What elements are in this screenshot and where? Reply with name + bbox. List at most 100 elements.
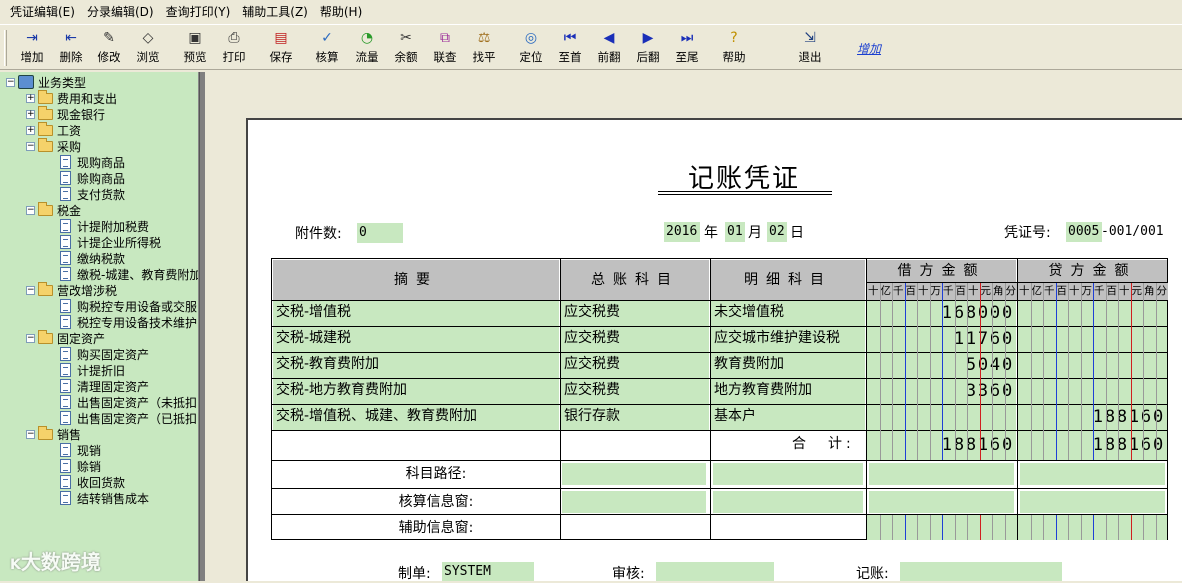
collapse-icon[interactable]: −: [6, 77, 15, 87]
collapse-icon[interactable]: −: [26, 285, 35, 295]
tree-node[interactable]: 出售固定资产（未抵扣: [60, 394, 197, 410]
tree-node[interactable]: 现销: [60, 442, 101, 458]
toolbar-button-8[interactable]: ◔ 流量: [347, 29, 387, 67]
row-detail-cell[interactable]: 教育费附加: [711, 353, 865, 378]
collapse-icon[interactable]: −: [26, 205, 35, 215]
collapse-icon[interactable]: −: [26, 429, 35, 439]
subject-path-credit-field[interactable]: [1020, 463, 1165, 485]
voucher-no-label: 凭证号:: [1004, 225, 1051, 241]
toolbar-button-2[interactable]: ✎ 修改: [89, 29, 129, 67]
tree-node[interactable]: − 营改增涉税: [26, 281, 117, 298]
tree-node[interactable]: 计提附加税费: [60, 218, 149, 234]
add-link[interactable]: 增加: [857, 40, 881, 57]
tree-node[interactable]: − 销售: [26, 425, 81, 442]
day-label: 日: [790, 225, 804, 241]
tree-node[interactable]: 计提折旧: [60, 362, 125, 378]
subject-path-ledger-field[interactable]: [562, 463, 706, 485]
calc-info-credit-field[interactable]: [1020, 491, 1165, 513]
subject-path-detail-field[interactable]: [713, 463, 863, 485]
tree-node[interactable]: + 费用和支出: [26, 89, 117, 106]
row-ledger-cell[interactable]: 应交税费: [561, 379, 709, 404]
document-icon: [60, 475, 71, 489]
toolbar-button-12[interactable]: ◎ 定位: [511, 29, 551, 67]
row-detail-cell[interactable]: 地方教育费附加: [711, 379, 865, 404]
subject-path-debit-field[interactable]: [869, 463, 1014, 485]
row-detail-cell[interactable]: 未交增值税: [711, 301, 865, 326]
maker-field[interactable]: SYSTEM: [442, 562, 534, 581]
menu-item-3[interactable]: 辅助工具(Z): [236, 0, 314, 25]
toolbar-button-14[interactable]: ◀ 前翻: [589, 29, 629, 67]
tree-node[interactable]: − 固定资产: [26, 329, 105, 346]
calc-info-debit-field[interactable]: [869, 491, 1014, 513]
expand-icon[interactable]: +: [26, 125, 35, 135]
tree-node[interactable]: 出售固定资产（已抵扣: [60, 410, 197, 426]
tree-node[interactable]: 赊销: [60, 458, 101, 474]
year-field[interactable]: 2016: [664, 222, 700, 242]
tree-node[interactable]: 购买固定资产: [60, 346, 149, 362]
toolbar-grip[interactable]: [4, 30, 7, 66]
tree-node[interactable]: − 税金: [26, 201, 81, 218]
tree-node-label: 收回货款: [77, 475, 126, 490]
row-summary-cell[interactable]: 交税-增值税、城建、教育费附加: [273, 405, 559, 430]
row-ledger-cell[interactable]: 银行存款: [561, 405, 709, 430]
toolbar-button-3[interactable]: ◇ 浏览: [128, 29, 168, 67]
tree-node[interactable]: 税控专用设备技术维护: [60, 314, 197, 330]
month-field[interactable]: 01: [725, 222, 745, 242]
toolbar-button-5[interactable]: ⎙ 打印: [214, 29, 254, 67]
tree-node[interactable]: 结转销售成本: [60, 490, 149, 506]
row-ledger-cell[interactable]: 应交税费: [561, 301, 709, 326]
toolbar-button-10[interactable]: ⧉ 联查: [425, 29, 465, 67]
toolbar-button-13[interactable]: ⏮ 至首: [550, 29, 590, 67]
tree-node[interactable]: + 现金银行: [26, 105, 105, 122]
toolbar-button-7[interactable]: ✓ 核算: [307, 29, 347, 67]
menu-item-0[interactable]: 凭证编辑(E): [4, 0, 81, 25]
tree-node[interactable]: + 工资: [26, 121, 81, 138]
row-summary-cell[interactable]: 交税-城建税: [273, 327, 559, 352]
row-detail-cell[interactable]: 基本户: [711, 405, 865, 430]
toolbar-button-6[interactable]: ▤ 保存: [261, 29, 301, 67]
calc-info-ledger-field[interactable]: [562, 491, 706, 513]
tree-node[interactable]: 清理固定资产: [60, 378, 149, 394]
tree-node[interactable]: 收回货款: [60, 474, 125, 490]
toolbar-button-18[interactable]: ⇲ 退出: [790, 29, 830, 67]
tree-node-label: 赊购商品: [77, 171, 126, 186]
toolbar-button-15[interactable]: ▶ 后翻: [628, 29, 668, 67]
tree-root[interactable]: − 业务类型: [6, 74, 86, 90]
toolbar-button-9[interactable]: ✂ 余额: [386, 29, 426, 67]
row-summary-cell[interactable]: 交税-增值税: [273, 301, 559, 326]
toolbar-button-1[interactable]: ⇤ 删除: [51, 29, 91, 67]
menu-item-1[interactable]: 分录编辑(D): [81, 0, 160, 25]
tree-node[interactable]: 现购商品: [60, 154, 125, 170]
tree-node[interactable]: 购税控专用设备或交服: [60, 298, 197, 314]
calc-info-detail-field[interactable]: [713, 491, 863, 513]
tree-node[interactable]: 缴纳税款: [60, 250, 125, 266]
attach-field[interactable]: 0: [357, 223, 403, 243]
expand-icon[interactable]: +: [26, 93, 35, 103]
voucher-no-field[interactable]: 0005: [1066, 222, 1102, 242]
tree-node[interactable]: 支付货款: [60, 186, 125, 202]
collapse-icon[interactable]: −: [26, 141, 35, 151]
row-summary-cell[interactable]: 交税-教育费附加: [273, 353, 559, 378]
menu-item-4[interactable]: 帮助(H): [314, 0, 368, 25]
expand-icon[interactable]: +: [26, 109, 35, 119]
poster-field[interactable]: [900, 562, 1062, 581]
toolbar-button-4[interactable]: ▣ 预览: [175, 29, 215, 67]
row-ledger-cell[interactable]: 应交税费: [561, 327, 709, 352]
row-ledger-cell[interactable]: 应交税费: [561, 353, 709, 378]
grid-hline: [272, 430, 1168, 431]
menu-item-2[interactable]: 查询打印(Y): [160, 0, 237, 25]
day-field[interactable]: 02: [767, 222, 787, 242]
tree-node[interactable]: 缴税-城建、教育费附加: [60, 266, 198, 282]
toolbar-button-11[interactable]: ⚖ 找平: [464, 29, 504, 67]
collapse-icon[interactable]: −: [26, 333, 35, 343]
row-summary-cell[interactable]: 交税-地方教育费附加: [273, 379, 559, 404]
toolbar-button-label: 打印: [222, 50, 246, 64]
checker-field[interactable]: [656, 562, 774, 581]
tree-node[interactable]: 计提企业所得税: [60, 234, 161, 250]
toolbar-button-17[interactable]: ? 帮助: [714, 29, 754, 67]
toolbar-button-0[interactable]: ⇥ 增加: [12, 29, 52, 67]
tree-node[interactable]: − 采购: [26, 137, 81, 154]
row-detail-cell[interactable]: 应交城市维护建设税: [711, 327, 865, 352]
toolbar-button-16[interactable]: ⏭ 至尾: [667, 29, 707, 67]
tree-node[interactable]: 赊购商品: [60, 170, 125, 186]
